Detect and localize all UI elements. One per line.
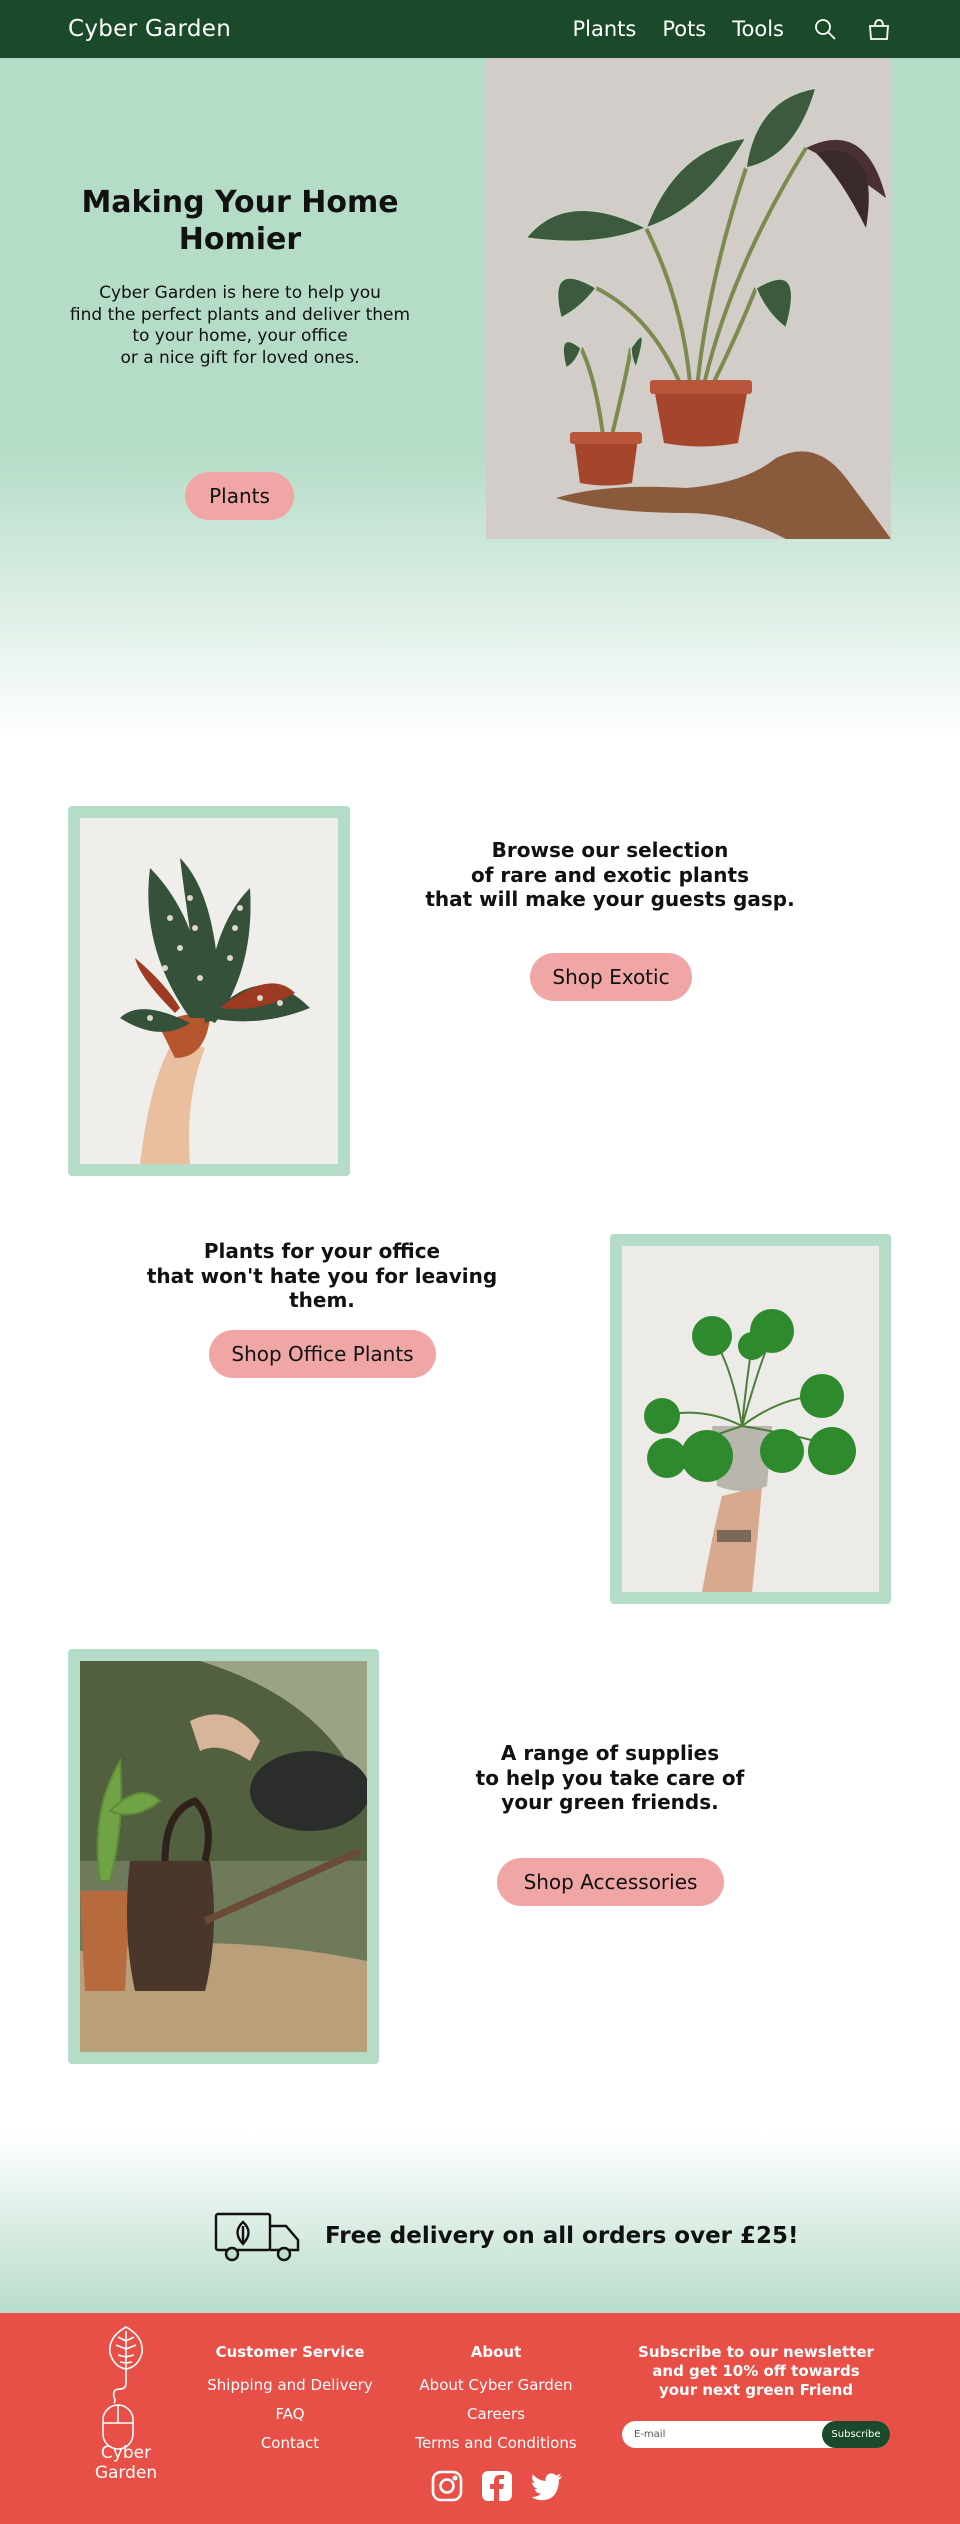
delivery-banner: Free delivery on all orders over £25!	[0, 2133, 960, 2313]
subscribe-button[interactable]: Subscribe	[822, 2421, 890, 2448]
shopping-bag-icon[interactable]	[866, 16, 892, 42]
nav-link-pots[interactable]: Pots	[662, 17, 706, 41]
hero-title: Making Your Home Homier	[40, 184, 440, 258]
footer-brand: Cyber Garden	[94, 2443, 158, 2483]
footer-link-faq[interactable]: FAQ	[202, 2400, 378, 2429]
nav-link-plants[interactable]: Plants	[572, 17, 636, 41]
footer-link-contact[interactable]: Contact	[202, 2429, 378, 2458]
top-navigation: Cyber Garden Plants Pots Tools	[0, 0, 960, 58]
watering-can-photo	[80, 1661, 367, 2052]
social-links	[430, 2469, 564, 2503]
twitter-icon[interactable]	[530, 2469, 564, 2503]
hero-plants-button[interactable]: Plants	[185, 472, 294, 520]
footer-link-about[interactable]: About Cyber Garden	[410, 2371, 582, 2400]
delivery-truck-icon	[214, 2212, 300, 2262]
newsletter-form: Subscribe	[622, 2421, 890, 2448]
search-icon[interactable]	[812, 16, 838, 42]
footer-link-shipping[interactable]: Shipping and Delivery	[202, 2371, 378, 2400]
facebook-icon[interactable]	[480, 2469, 514, 2503]
customer-service-heading: Customer Service	[215, 2343, 365, 2361]
exotic-plant-photo	[80, 818, 338, 1164]
shop-accessories-button[interactable]: Shop Accessories	[497, 1858, 724, 1906]
about-column: About About Cyber Garden Careers Terms a…	[410, 2343, 582, 2458]
feature-accessories: A range of supplies to help you take car…	[0, 1636, 960, 2133]
footer-link-careers[interactable]: Careers	[410, 2400, 582, 2429]
newsletter-title: Subscribe to our newsletter and get 10% …	[638, 2343, 874, 2399]
hero-title-line-1: Making Your Home	[81, 185, 399, 220]
shop-office-plants-button[interactable]: Shop Office Plants	[209, 1330, 436, 1378]
brand-logo-text[interactable]: Cyber Garden	[68, 16, 231, 42]
office-photo-frame	[610, 1234, 891, 1604]
site-footer: Cyber Garden Customer Service Shipping a…	[0, 2313, 960, 2524]
hero-text-block: Making Your Home Homier Cyber Garden is …	[40, 184, 440, 369]
office-plant-photo	[622, 1246, 879, 1592]
exotic-photo-frame	[68, 806, 350, 1176]
feature-office: Plants for your office that won't hate y…	[0, 1183, 960, 1636]
office-description: Plants for your office that won't hate y…	[146, 1239, 498, 1312]
shop-exotic-button[interactable]: Shop Exotic	[530, 953, 692, 1001]
about-heading: About	[470, 2343, 522, 2361]
newsletter-email-input[interactable]	[622, 2421, 822, 2448]
nav-link-tools[interactable]: Tools	[732, 17, 784, 41]
hero-description: Cyber Garden is here to help you find th…	[69, 283, 411, 368]
hero-plant-photo	[486, 58, 891, 539]
footer-link-terms[interactable]: Terms and Conditions	[410, 2429, 582, 2458]
instagram-icon[interactable]	[430, 2469, 464, 2503]
hero-title-line-2: Homier	[178, 222, 302, 257]
feature-exotic: Browse our selection of rare and exotic …	[0, 740, 960, 1183]
accessories-photo-frame	[68, 1649, 379, 2064]
accessories-description: A range of supplies to help you take car…	[475, 1741, 745, 1814]
hero-section: Making Your Home Homier Cyber Garden is …	[0, 58, 960, 740]
delivery-text: Free delivery on all orders over £25!	[325, 2223, 799, 2249]
customer-service-column: Customer Service Shipping and Delivery F…	[202, 2343, 378, 2458]
exotic-description: Browse our selection of rare and exotic …	[425, 838, 795, 911]
nav-links: Plants Pots Tools	[572, 16, 892, 42]
